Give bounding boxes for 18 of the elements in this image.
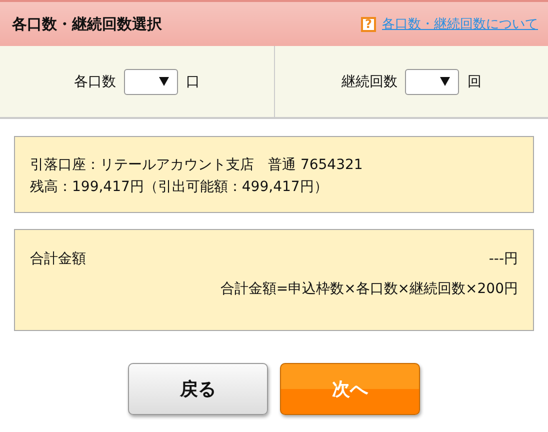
dropdown-field[interactable]	[405, 68, 460, 94]
unit-label: 回	[467, 72, 482, 90]
next-button[interactable]: 次へ	[280, 363, 420, 415]
help-link[interactable]: 各口数・継続回数について	[382, 15, 538, 33]
dropdown-field[interactable]	[124, 68, 178, 94]
total-label: 合計金額	[30, 250, 86, 268]
field-label: 継続回数	[341, 72, 398, 90]
account-text: 引落口座：リテールアカウント支店 普通 7654321	[30, 156, 364, 175]
back-button[interactable]: 戻る	[128, 363, 268, 415]
formula-text: 合計金額=申込枠数×各口数×継続回数×200円	[219, 280, 518, 298]
total-value: ---円	[488, 250, 518, 268]
help-icon[interactable]: ?	[361, 16, 376, 32]
account-text: 残高：199,417円（引出可能額：499,417円）	[30, 178, 329, 197]
field-label: 各口数	[74, 72, 116, 90]
caret-icon	[158, 77, 169, 86]
caret-icon	[440, 77, 450, 86]
unit-label: 口	[186, 72, 200, 90]
section-title: 各口数・継続回数選択	[12, 14, 162, 34]
